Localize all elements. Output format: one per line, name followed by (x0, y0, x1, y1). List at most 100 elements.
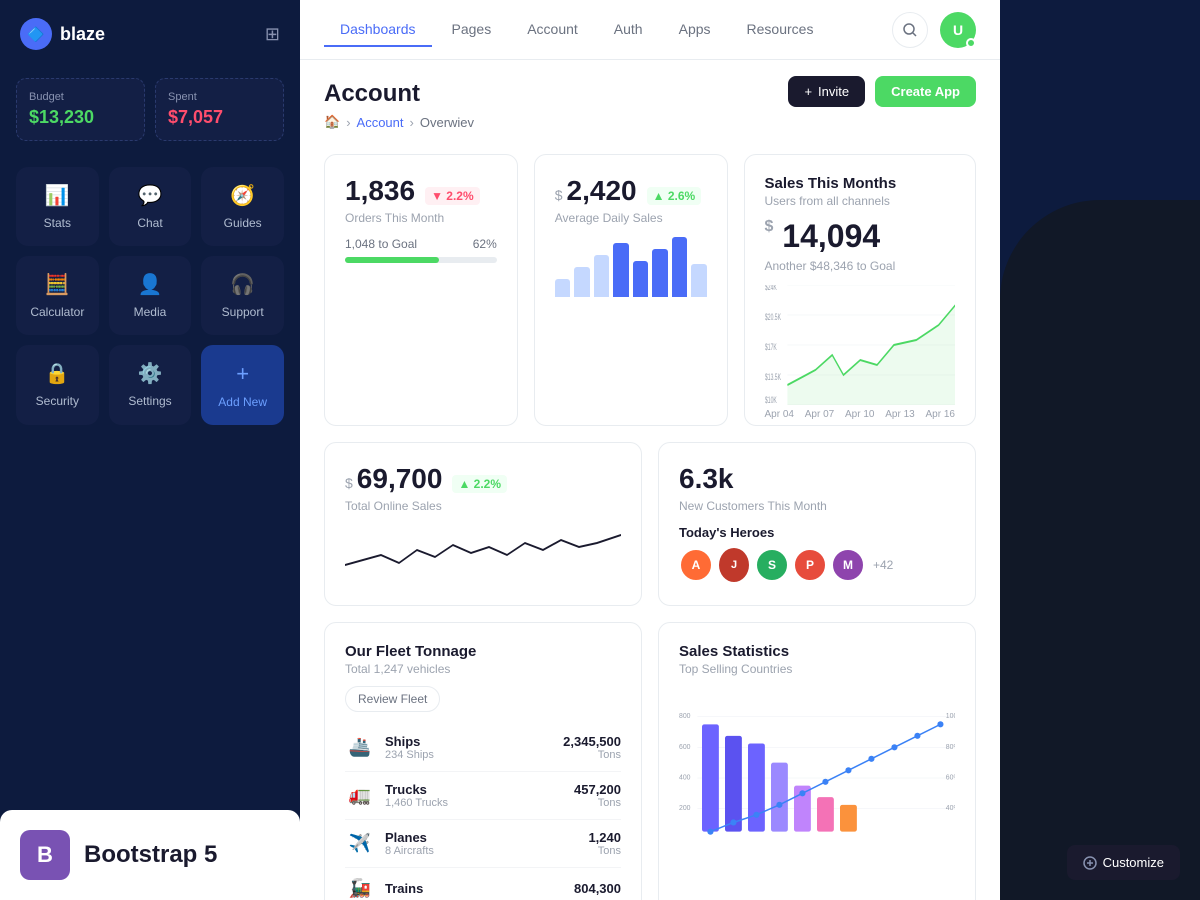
fleet-row: 🚛 Trucks 1,460 Trucks 457,200 Tons (345, 772, 621, 820)
trains-icon: 🚂 (345, 878, 375, 899)
sidebar-item-label: Support (222, 305, 264, 319)
sales-goal: Another $48,346 to Goal (765, 259, 956, 273)
bootstrap-label: Bootstrap 5 (84, 841, 217, 869)
calculator-icon: 🧮 (45, 272, 70, 297)
sidebar-item-settings[interactable]: ⚙️ Settings (109, 345, 192, 425)
search-icon (902, 22, 918, 38)
security-icon: 🔒 (45, 361, 70, 386)
invite-label: Invite (818, 84, 849, 99)
sales-month-card: Sales This Months Users from all channel… (744, 154, 977, 426)
tab-dashboards[interactable]: Dashboards (324, 13, 432, 47)
sidebar-item-support[interactable]: 🎧 Support (201, 256, 284, 335)
sidebar-item-label: Media (134, 305, 167, 319)
stats-row-1: 1,836 ▼ 2.2% Orders This Month 1,048 to … (324, 154, 976, 426)
planes-icon: ✈️ (345, 833, 375, 854)
daily-sales-badge: ▲ 2.6% (647, 187, 702, 205)
bar-8 (691, 264, 706, 297)
progress-section: 1,048 to Goal 62% (345, 237, 497, 263)
sidebar-item-stats[interactable]: 📊 Stats (16, 167, 99, 246)
tab-account[interactable]: Account (511, 13, 594, 47)
tab-pages[interactable]: Pages (436, 13, 508, 47)
review-fleet-button[interactable]: Review Fleet (345, 686, 440, 712)
svg-text:80%: 80% (946, 744, 955, 751)
svg-text:$17K: $17K (765, 341, 777, 352)
sidebar-item-chat[interactable]: 💬 Chat (109, 167, 192, 246)
heroes-avatars: A J S P M +42 (679, 548, 955, 582)
top-nav: Dashboards Pages Account Auth Apps Resou… (300, 0, 1000, 60)
create-app-button[interactable]: Create App (875, 76, 976, 107)
heroes-title: Today's Heroes (679, 525, 955, 540)
bottom-row: Our Fleet Tonnage Total 1,247 vehicles R… (324, 622, 976, 900)
sales-month-title: Sales This Months (765, 175, 956, 192)
bar-7 (672, 237, 687, 297)
bar-1 (555, 279, 570, 297)
wave-chart (345, 525, 621, 585)
spent-value: $7,057 (168, 107, 271, 128)
orders-badge: ▼ 2.2% (425, 187, 480, 205)
sidebar-item-label: Stats (44, 216, 71, 230)
svg-text:100%: 100% (946, 713, 955, 720)
new-customers-label: New Customers This Month (679, 499, 955, 513)
mini-bar-chart (555, 237, 707, 297)
fleet-row: 🚢 Ships 234 Ships 2,345,500 Tons (345, 724, 621, 772)
nav-grid: 📊 Stats 💬 Chat 🧭 Guides 🧮 Calculator 👤 M… (0, 157, 300, 435)
add-new-icon: + (236, 361, 249, 387)
bootstrap-icon: B (20, 830, 70, 880)
dark-shape (1000, 200, 1200, 900)
fleet-table: 🚢 Ships 234 Ships 2,345,500 Tons 🚛 (345, 724, 621, 900)
sales-stats-subtitle: Top Selling Countries (679, 662, 955, 676)
tab-apps[interactable]: Apps (663, 13, 727, 47)
online-sales-number: 69,700 (357, 463, 443, 495)
sidebar-bottom: B Bootstrap 5 (0, 810, 300, 900)
hero-avatar-4: P (793, 548, 827, 582)
main-content: Dashboards Pages Account Auth Apps Resou… (300, 0, 1000, 900)
sidebar-item-calculator[interactable]: 🧮 Calculator (16, 256, 99, 335)
daily-sales-card: $ 2,420 ▲ 2.6% Average Daily Sales (534, 154, 728, 426)
sidebar-item-label: Add New (218, 395, 267, 409)
customize-button[interactable]: Customize (1067, 845, 1180, 880)
nav-actions: U (892, 12, 976, 48)
sales-line-chart: $24K $20.5K $17K $13.5K $10K Apr 04 Apr … (765, 285, 956, 405)
progress-bar-bg (345, 257, 497, 263)
sales-month-subtitle: Users from all channels (765, 194, 956, 208)
svg-text:$13.5K: $13.5K (765, 371, 781, 382)
hero-avatar-3: S (755, 548, 789, 582)
tab-resources[interactable]: Resources (731, 13, 830, 47)
svg-text:$20.5K: $20.5K (765, 311, 781, 322)
sales-stats-chart: 800 600 400 200 (679, 688, 955, 868)
orders-card: 1,836 ▼ 2.2% Orders This Month 1,048 to … (324, 154, 518, 426)
sidebar-item-security[interactable]: 🔒 Security (16, 345, 99, 425)
breadcrumb-home: 🏠 (324, 114, 340, 130)
sidebar-item-label: Security (36, 394, 79, 408)
stats-row-2: $ 69,700 ▲ 2.2% Total Online Sales 6.3k … (324, 442, 976, 606)
hero-count: +42 (873, 558, 893, 572)
fleet-row: 🚂 Trains 804,300 (345, 868, 621, 900)
tab-auth[interactable]: Auth (598, 13, 659, 47)
bar-6 (652, 249, 667, 297)
budget-card: Budget $13,230 (16, 78, 145, 141)
invite-button[interactable]: + Invite (788, 76, 865, 107)
svg-text:$10K: $10K (765, 394, 777, 405)
sidebar-item-media[interactable]: 👤 Media (109, 256, 192, 335)
support-icon: 🎧 (230, 272, 255, 297)
sidebar-item-label: Settings (128, 394, 171, 408)
media-icon: 👤 (138, 272, 163, 297)
breadcrumb: 🏠 › Account › Overwiev (324, 114, 976, 130)
progress-pct: 62% (473, 237, 497, 251)
bar-5 (633, 261, 648, 297)
sidebar-item-guides[interactable]: 🧭 Guides (201, 167, 284, 246)
bar-2 (574, 267, 589, 297)
customize-label: Customize (1103, 855, 1164, 870)
spent-card: Spent $7,057 (155, 78, 284, 141)
daily-sales-label: Average Daily Sales (555, 211, 707, 225)
ships-icon: 🚢 (345, 737, 375, 758)
breadcrumb-account[interactable]: Account (357, 115, 404, 130)
logo-icon: 🔷 (20, 18, 52, 50)
user-avatar[interactable]: U (940, 12, 976, 48)
search-button[interactable] (892, 12, 928, 48)
bar-4 (613, 243, 628, 297)
bar-3 (594, 255, 609, 297)
sidebar-item-add-new[interactable]: + Add New (201, 345, 284, 425)
breadcrumb-current: Overwiev (420, 115, 474, 130)
sidebar-menu-icon[interactable]: ⊞ (265, 24, 280, 45)
